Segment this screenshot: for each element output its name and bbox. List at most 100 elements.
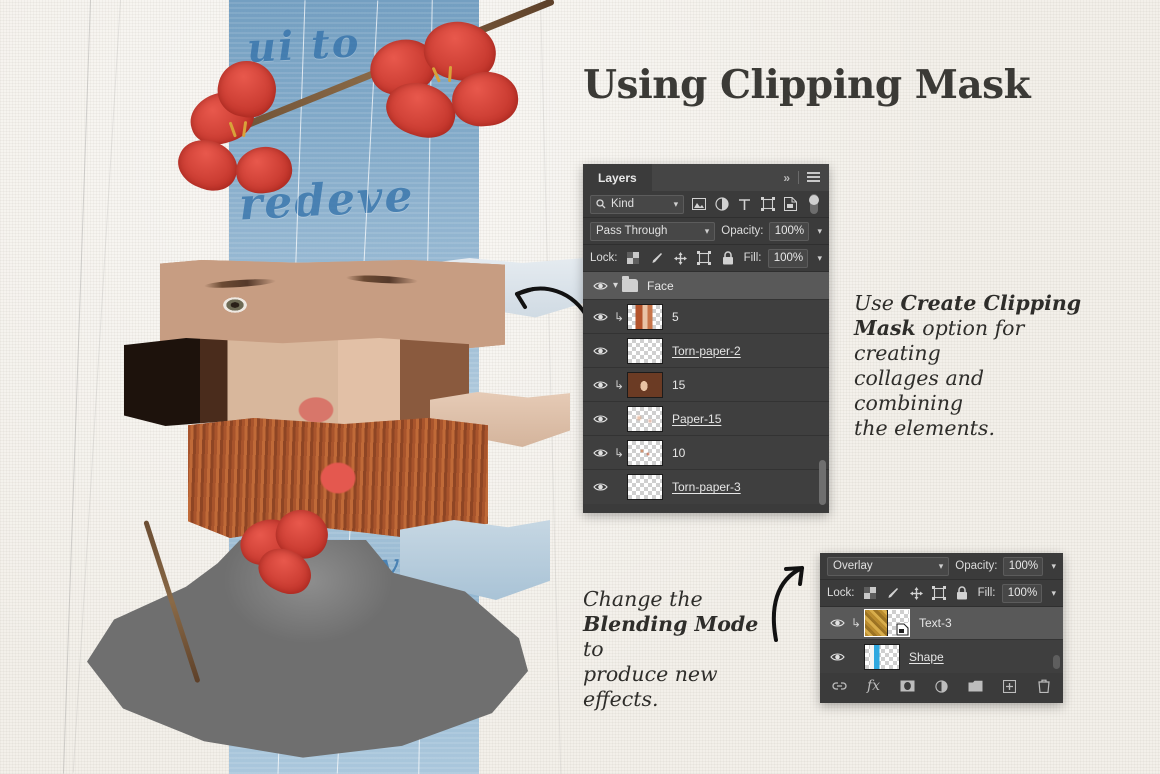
chevron-down-icon[interactable]: ▾ [674,199,679,210]
layer-row[interactable]: ↳ Text-3 [820,607,1063,640]
eye-visibility-icon[interactable] [589,482,611,492]
filter-toggle-icon[interactable] [805,194,822,214]
lock-row[interactable]: Lock: Fill: 100% ▾ [583,245,829,272]
delete-layer-icon[interactable] [1034,677,1053,696]
lock-transparency-icon[interactable] [862,584,878,603]
layer-row[interactable]: ↳ 5 [583,300,829,334]
layer-thumbnail[interactable] [627,439,663,466]
lock-label: Lock: [590,252,618,264]
lock-image-icon[interactable] [648,249,665,268]
overlay-lock-label: Lock: [827,587,855,599]
collage-strip-hair-lips [188,418,488,538]
fill-value[interactable]: 100% [768,248,809,268]
clipping-mask-indicator-icon: ↳ [613,377,625,392]
layer-thumbnail[interactable] [627,474,663,500]
adjustment-layer-icon[interactable] [932,677,951,696]
layer-row[interactable]: Torn-paper-2 [583,334,829,368]
overlay-lock-row[interactable]: Lock: Fill: 100% ▾ [820,580,1063,607]
layer-thumbnail[interactable] [627,405,663,432]
chevron-down-icon[interactable]: ▾ [815,226,822,237]
lock-all-icon[interactable] [720,249,737,268]
overlay-blend-mode-select[interactable]: Overlay ▾ [827,556,950,576]
link-layers-icon[interactable] [830,677,849,696]
layer-filter-row[interactable]: Kind ▾ [583,191,829,218]
layer-style-fx-icon[interactable]: fx [864,677,883,696]
overlay-list-scrollbar[interactable] [1053,655,1060,669]
lock-artboard-icon[interactable] [931,584,947,603]
note-line-4: the elements. [854,416,995,440]
layer-name: 5 [672,309,679,324]
layer-list-scrollbar[interactable] [819,460,826,505]
note-line-2-bold: Mask [854,316,916,340]
panel-bottom-toolbar[interactable]: fx [820,673,1063,699]
lock-position-icon[interactable] [672,249,689,268]
panel-menu-icon[interactable] [807,172,820,183]
eye-visibility-icon[interactable] [826,652,848,662]
overlay-fill-value[interactable]: 100% [1002,583,1043,603]
eye-visibility-icon[interactable] [589,346,611,356]
layer-thumbnail[interactable] [865,610,887,636]
lock-transparency-icon[interactable] [625,249,642,268]
lock-artboard-icon[interactable] [696,249,713,268]
chevron-down-icon[interactable]: ▾ [1049,561,1056,572]
chevron-down-icon[interactable]: ▾ [815,253,822,264]
layer-thumbnail[interactable] [627,337,663,364]
overlay-fill-label: Fill: [977,587,996,599]
blend-mode-select[interactable]: Pass Through ▾ [590,221,716,241]
filter-kind-select[interactable]: Kind ▾ [590,194,685,214]
eye-visibility-icon[interactable] [589,448,611,458]
note-line-1-plain: Use [854,291,901,315]
layers-panel[interactable]: Layers » Kind ▾ Pass Through ▾ Opacity: … [583,164,829,513]
lock-image-icon[interactable] [885,584,901,603]
layer-thumbnail[interactable] [627,303,663,330]
collage-strip-face-middle [124,338,469,426]
layer-thumbnail[interactable] [627,371,663,398]
chevron-down-icon[interactable]: ▾ [939,561,944,572]
curved-arrow-up-icon [771,566,804,642]
chevron-down-icon[interactable]: ▾ [1049,588,1056,599]
layer-list[interactable]: ▾ Face ↳ 5 Torn-paper-2 ↳ 15 Paper-15 ↳ … [583,272,829,505]
new-layer-icon[interactable] [1000,677,1019,696]
eye-visibility-icon[interactable] [589,414,611,424]
thumbnail-art [865,644,899,669]
type-filter-icon[interactable] [736,195,753,214]
layer-row[interactable]: Paper-15 [583,402,829,436]
overlay-blend-mode-row[interactable]: Overlay ▾ Opacity: 100% ▾ [820,553,1063,580]
clipping-mask-note: Use Create Clipping Mask option for crea… [854,291,1084,441]
layer-row[interactable]: ↳ 15 [583,368,829,402]
smart-object-thumbnail[interactable] [887,610,909,636]
note2-line-2-bold: Blending Mode [583,612,759,636]
note2-line-2-plain: to [583,637,604,661]
blend-mode-value: Pass Through [596,225,668,237]
adjustment-filter-icon[interactable] [713,195,730,214]
eye-visibility-icon[interactable] [826,618,848,628]
overlay-opacity-value[interactable]: 100% [1003,556,1044,576]
new-group-icon[interactable] [966,677,985,696]
overlay-layers-panel[interactable]: Overlay ▾ Opacity: 100% ▾ Lock: Fill: 10… [820,553,1063,703]
lock-all-icon[interactable] [954,584,970,603]
layer-row-face-group[interactable]: ▾ Face [583,272,829,300]
lock-position-icon[interactable] [908,584,924,603]
chevron-down-icon[interactable]: ▾ [705,226,710,237]
chevron-down-icon[interactable]: ▾ [613,280,618,291]
eye-visibility-icon[interactable] [589,380,611,390]
layer-row[interactable]: Torn-paper-3 [583,470,829,504]
tab-layers[interactable]: Layers [583,164,652,191]
eye-visibility-icon[interactable] [589,312,611,322]
shape-filter-icon[interactable] [759,195,776,214]
layer-row[interactable]: ↳ 10 [583,436,829,470]
layer-thumbnail-group[interactable] [864,609,910,637]
smart-object-filter-icon[interactable] [782,195,799,214]
opacity-value[interactable]: 100% [769,221,810,241]
eyebrow [203,277,277,290]
add-mask-icon[interactable] [898,677,917,696]
eye-visibility-icon[interactable] [589,281,611,291]
layer-thumbnail[interactable] [864,643,900,670]
chevron-double-right-icon[interactable]: » [783,171,790,185]
overlay-layer-list[interactable]: ↳ Text-3 Shape [820,607,1063,673]
panel-tabbar: Layers » [583,164,829,191]
blend-mode-row[interactable]: Pass Through ▾ Opacity: 100% ▾ [583,218,829,245]
image-filter-icon[interactable] [690,195,707,214]
folder-icon [622,276,639,292]
layer-row[interactable]: Shape [820,640,1063,673]
